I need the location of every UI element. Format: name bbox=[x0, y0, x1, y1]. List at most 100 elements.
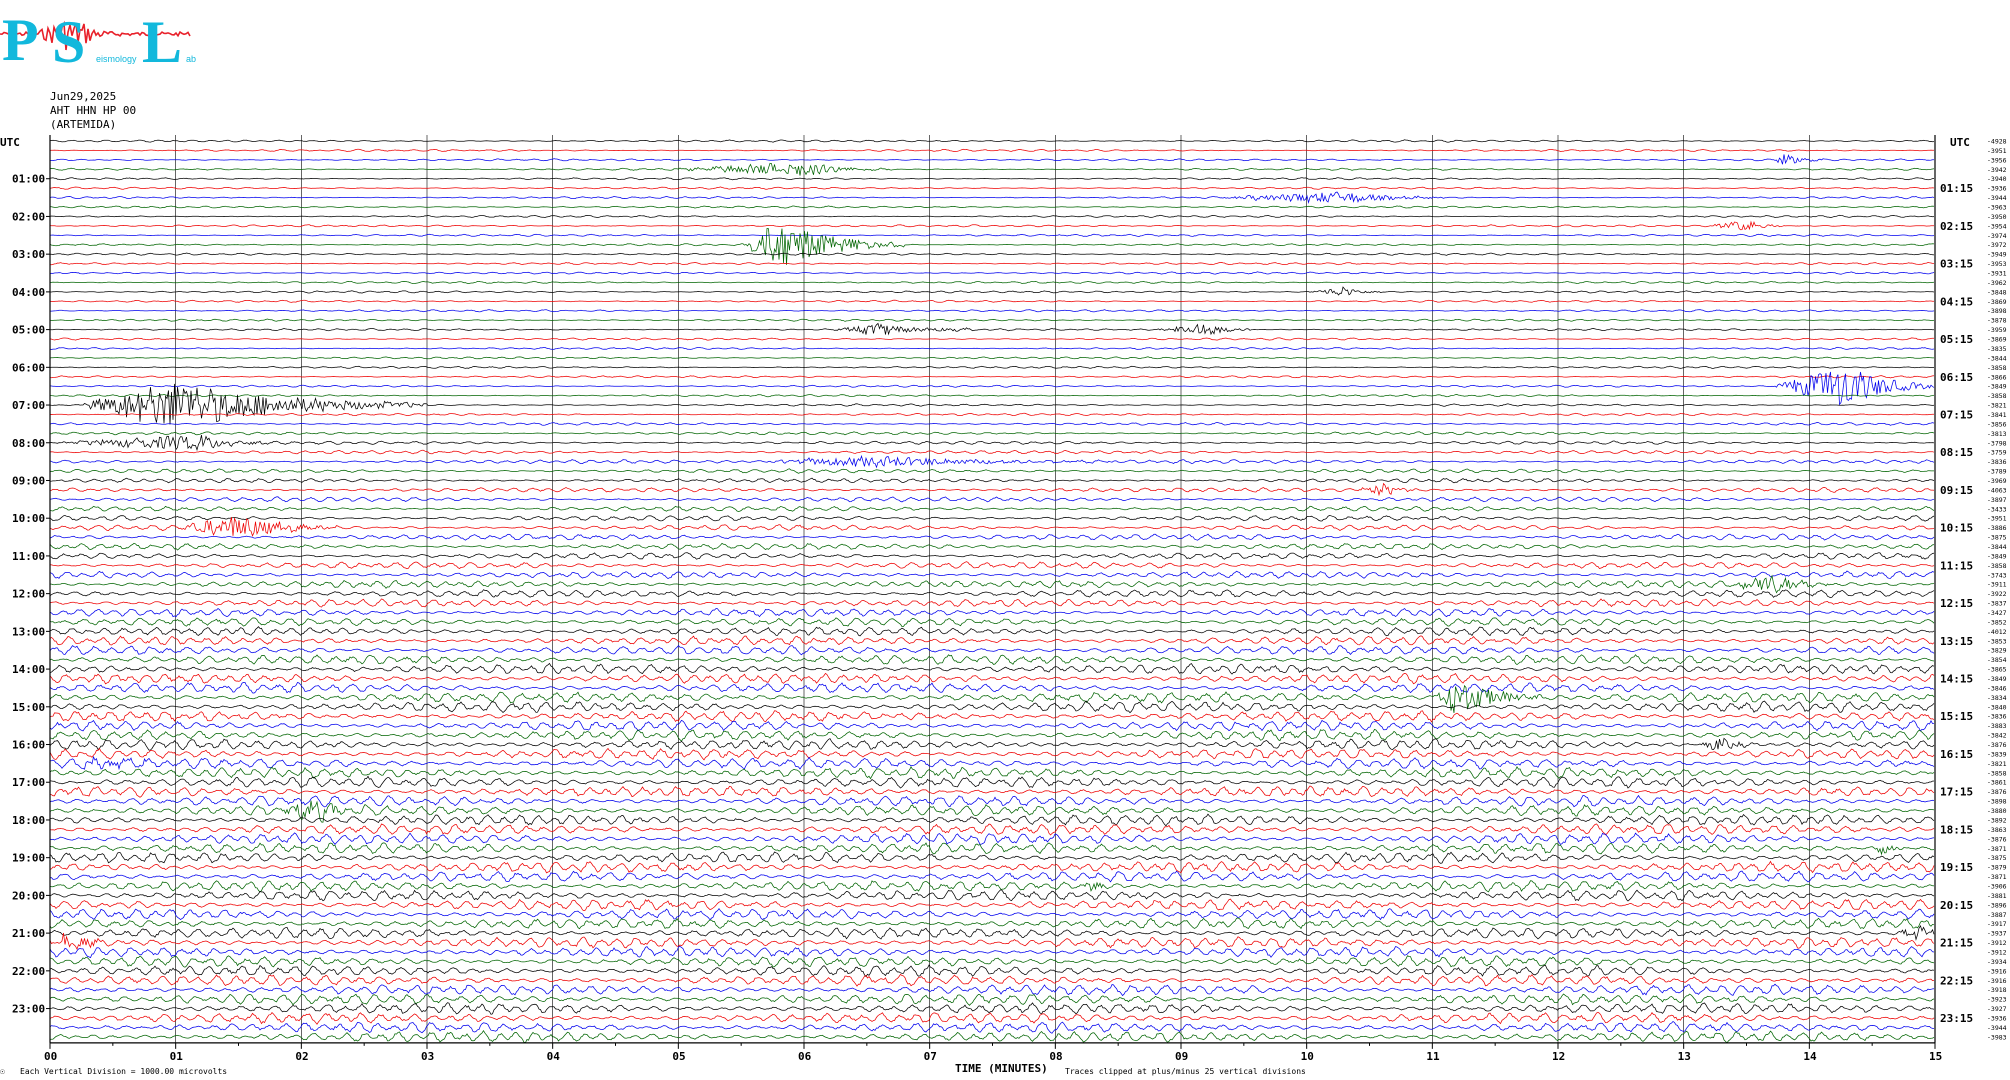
trace-line bbox=[49, 964, 1935, 978]
trace-line bbox=[49, 561, 1935, 570]
trace-offset-label: -3898 bbox=[1987, 307, 2007, 315]
trace-line bbox=[49, 162, 1935, 176]
trace-offset-label: -3759 bbox=[1987, 449, 2007, 457]
hour-label-left: 01:00 bbox=[12, 173, 45, 186]
trace-offset-label: -3951 bbox=[1987, 515, 2007, 523]
trace-offset-label: -3842 bbox=[1987, 732, 2007, 740]
trace-offset-label: -3974 bbox=[1987, 232, 2007, 240]
trace-offset-label: -3963 bbox=[1987, 204, 2007, 212]
trace-offset-label: -3849 bbox=[1987, 675, 2007, 683]
trace-line bbox=[49, 635, 1935, 646]
trace-line bbox=[49, 766, 1935, 780]
hour-label-right: 10:15 bbox=[1940, 522, 1973, 535]
trace-offset-label: -3916 bbox=[1987, 977, 2007, 985]
trace-line bbox=[49, 505, 1935, 512]
trace-offset-label: -3912 bbox=[1987, 939, 2007, 947]
hour-label-right: 08:15 bbox=[1940, 446, 1973, 459]
trace-line bbox=[49, 375, 1935, 379]
clip-note: Traces clipped at plus/minus 25 vertical… bbox=[1065, 1067, 1306, 1076]
hour-label-right: 21:15 bbox=[1940, 937, 1973, 950]
hour-label-right: 06:15 bbox=[1940, 371, 1973, 384]
trace-offset-label: -3853 bbox=[1987, 637, 2007, 645]
trace-offset-label: -3844 bbox=[1987, 543, 2007, 551]
hour-label-left: 03:00 bbox=[12, 248, 45, 261]
x-tick-label: 14 bbox=[1803, 1050, 1817, 1063]
trace-offset-label: -3944 bbox=[1987, 1024, 2007, 1032]
trace-line bbox=[49, 1002, 1935, 1015]
trace-offset-label: -3954 bbox=[1987, 222, 2007, 230]
hour-label-left: 19:00 bbox=[12, 852, 45, 865]
hour-label-right: 15:15 bbox=[1940, 710, 1973, 723]
trace-line bbox=[50, 205, 1935, 209]
hour-label-left: 07:00 bbox=[12, 399, 45, 412]
trace-line bbox=[49, 214, 1935, 218]
trace-offset-label: -3950 bbox=[1987, 213, 2007, 221]
trace-line bbox=[49, 139, 1935, 143]
trace-offset-label: -3846 bbox=[1987, 684, 2007, 692]
trace-line bbox=[49, 823, 1935, 836]
trace-offset-label: -3934 bbox=[1987, 958, 2007, 966]
hour-label-right: 05:15 bbox=[1940, 333, 1973, 346]
helicorder-plot: 00 01 02 03 04 05 06 07 08 09 10 11 12 13 14 15 01:00 02:… bbox=[0, 135, 2007, 1075]
trace-offset-label: -3866 bbox=[1987, 373, 2007, 381]
trace-offset-label: -3849 bbox=[1987, 383, 2007, 391]
trace-line bbox=[49, 383, 1935, 425]
trace-offset-label: -3863 bbox=[1987, 826, 2007, 834]
trace-line bbox=[49, 617, 1935, 627]
hour-label-right: 20:15 bbox=[1940, 899, 1973, 912]
x-tick-label: 11 bbox=[1426, 1050, 1440, 1063]
trace-line bbox=[49, 710, 1935, 723]
trace-offset-label: -3937 bbox=[1987, 930, 2007, 938]
trace-offset-label: -3953 bbox=[1987, 260, 2007, 268]
trace-line bbox=[49, 148, 1935, 152]
trace-line bbox=[49, 737, 1935, 751]
trace-offset-label: -3875 bbox=[1987, 534, 2007, 542]
trace-line bbox=[50, 286, 1935, 296]
trace-line bbox=[49, 662, 1935, 675]
trace-offset-label: -3911 bbox=[1987, 581, 2007, 589]
trace-offset-label: -3875 bbox=[1987, 854, 2007, 862]
trace-offset-label: -3906 bbox=[1987, 882, 2007, 890]
hour-label-left: 11:00 bbox=[12, 550, 45, 563]
trace-line bbox=[49, 983, 1935, 997]
trace-offset-label: -3836 bbox=[1987, 458, 2007, 466]
trace-offset-label: -3883 bbox=[1987, 722, 2007, 730]
trace-line bbox=[49, 299, 1935, 303]
trace-offset-label: -3923 bbox=[1987, 996, 2007, 1004]
trace-line bbox=[50, 280, 1935, 284]
x-tick-label: 05 bbox=[672, 1050, 685, 1063]
trace-offset-label: -3881 bbox=[1987, 892, 2007, 900]
trace-line bbox=[49, 755, 1935, 771]
hour-label-right: 14:15 bbox=[1940, 673, 1973, 686]
hour-label-right: 12:15 bbox=[1940, 597, 1973, 610]
trace-offset-label: -3936 bbox=[1987, 185, 2007, 193]
x-tick-label: 13 bbox=[1678, 1050, 1691, 1063]
trace-line bbox=[49, 672, 1935, 685]
trace-line bbox=[50, 322, 1935, 336]
hour-label-left: 02:00 bbox=[12, 210, 45, 223]
trace-offset-label: -3798 bbox=[1987, 439, 2007, 447]
trace-offset-label: -3848 bbox=[1987, 288, 2007, 296]
trace-offset-label: -3836 bbox=[1987, 713, 2007, 721]
trace-offset-label: -3840 bbox=[1987, 703, 2007, 711]
trace-line bbox=[49, 860, 1935, 874]
trace-line bbox=[49, 645, 1935, 656]
trace-offset-label: -3972 bbox=[1987, 241, 2007, 249]
trace-offset-label: -4012 bbox=[1987, 628, 2007, 636]
trace-offset-label: -3433 bbox=[1987, 505, 2007, 513]
trace-line bbox=[49, 514, 1935, 522]
trace-line bbox=[49, 719, 1935, 732]
trace-offset-label: -3922 bbox=[1987, 590, 2007, 598]
x-tick-label: 06 bbox=[798, 1050, 812, 1063]
trace-offset-label: -3942 bbox=[1987, 166, 2007, 174]
trace-offset-label: -3876 bbox=[1987, 788, 2007, 796]
trace-line bbox=[49, 570, 1935, 580]
trace-line bbox=[49, 747, 1935, 761]
trace-line bbox=[49, 412, 1934, 417]
trace-line bbox=[49, 889, 1935, 902]
hour-label-right: 16:15 bbox=[1940, 748, 1973, 761]
trace-line bbox=[49, 346, 1935, 350]
trace-offset-label: -3813 bbox=[1987, 430, 2007, 438]
hour-label-right: 19:15 bbox=[1940, 861, 1973, 874]
trace-offset-label: -3821 bbox=[1987, 760, 2007, 768]
